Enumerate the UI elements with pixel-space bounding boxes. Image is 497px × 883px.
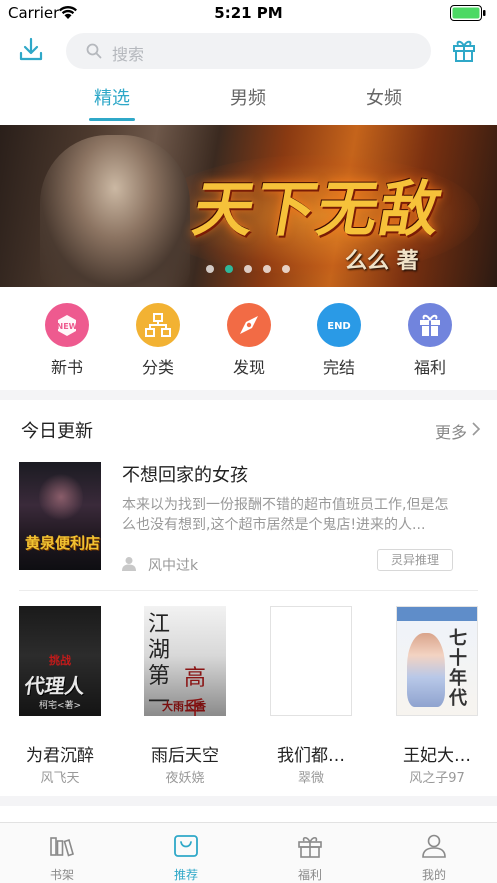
banner-title: 天下无敌 xyxy=(187,175,449,245)
cover-art xyxy=(407,633,445,707)
section-divider xyxy=(0,796,497,806)
new-icon: NEW xyxy=(45,303,89,347)
chevron-right-icon[interactable] xyxy=(471,422,481,436)
book-cover[interactable]: 七十年代 xyxy=(396,606,478,716)
channel-tabs: 精选 男频 女频 xyxy=(0,84,497,122)
clock: 5:21 PM xyxy=(214,4,283,22)
battery-icon xyxy=(450,5,486,21)
book-description: 本来以为找到一份报酬不错的超市值班员工作,但是怎么也没有想到,这个超市居然是个鬼… xyxy=(122,497,449,533)
book-title: 雨后天空 xyxy=(151,746,219,766)
banner-dot[interactable] xyxy=(263,265,271,273)
book-author: 风飞天 xyxy=(40,771,80,786)
tab-label: 我的 xyxy=(421,868,446,882)
shortcut-welfare[interactable]: 福利 xyxy=(390,300,470,378)
banner-pagination xyxy=(0,265,497,273)
tab-featured[interactable]: 精选 xyxy=(72,84,152,110)
shortcut-categories[interactable]: 分类 xyxy=(118,300,198,378)
cover-art xyxy=(39,472,83,522)
compass-icon xyxy=(227,303,271,347)
book-title[interactable]: 不想回家的女孩 xyxy=(122,461,248,487)
banner-dot[interactable] xyxy=(206,265,214,273)
book-cover[interactable] xyxy=(270,606,352,716)
category-shortcuts: NEW 新书 分类 发现 END 完结 福利 xyxy=(0,300,497,380)
tab-male[interactable]: 男频 xyxy=(208,84,288,110)
bookshelf-icon xyxy=(50,837,74,857)
shortcut-label: 分类 xyxy=(141,358,174,377)
profile-icon xyxy=(422,834,446,858)
genre-tag[interactable]: 灵异推理 xyxy=(377,549,453,571)
cover-title: 黄泉便利店 xyxy=(25,534,101,552)
book-title: 为君沉醉 xyxy=(26,746,94,766)
cover-author: 大雨长香 xyxy=(162,700,206,713)
shortcut-label: 完结 xyxy=(322,358,355,377)
tab-profile[interactable]: 我的 xyxy=(372,823,496,883)
tab-female[interactable]: 女频 xyxy=(344,84,424,110)
search-icon xyxy=(86,43,102,59)
gift-icon[interactable] xyxy=(450,36,478,64)
top-bar: 搜索 xyxy=(0,30,497,72)
section-title: 今日更新 xyxy=(21,421,93,442)
category-icon xyxy=(136,303,180,347)
book-author: 翠微 xyxy=(297,771,324,786)
book-author: 风中过k xyxy=(148,558,199,574)
tab-label: 书架 xyxy=(49,868,74,882)
shortcut-new-books[interactable]: NEW 新书 xyxy=(27,300,107,378)
shortcut-label: 新书 xyxy=(50,358,83,377)
end-icon: END xyxy=(317,303,361,347)
status-bar: Carrier 5:21 PM xyxy=(0,0,497,26)
tab-bookshelf[interactable]: 书架 xyxy=(0,823,124,883)
search-placeholder: 搜索 xyxy=(112,45,145,64)
book-grid: 挑战 代理人 柯宅<著> 为君沉醉 风飞天 江湖第一 高手 大雨长香 雨后天空 … xyxy=(0,604,497,790)
today-updates-header: 今日更新 更多 xyxy=(0,412,497,446)
shortcut-label: 发现 xyxy=(232,358,265,377)
new-badge-text: NEW xyxy=(57,322,78,331)
shortcut-completed[interactable]: END 完结 xyxy=(299,300,379,378)
user-icon xyxy=(122,557,136,571)
banner-dot[interactable] xyxy=(282,265,290,273)
banner-carousel[interactable]: 天下无敌 么么 著 xyxy=(0,125,497,287)
shortcut-discover[interactable]: 发现 xyxy=(209,300,289,378)
cover-title: 代理人 xyxy=(23,674,87,698)
more-link[interactable]: 更多 xyxy=(435,419,467,443)
divider xyxy=(19,590,478,591)
cover-band xyxy=(397,607,477,621)
gift-icon xyxy=(298,836,322,858)
featured-book[interactable]: 黄泉便利店 不想回家的女孩 本来以为找到一份报酬不错的超市值班员工作,但是怎么也… xyxy=(0,456,497,581)
book-author: 风之子97 xyxy=(409,771,465,786)
tab-recommend[interactable]: 推荐 xyxy=(124,823,248,883)
bottom-tab-bar: 书架 推荐 福利 我的 xyxy=(0,822,497,883)
book-title: 我们都… xyxy=(277,746,345,766)
end-badge-text: END xyxy=(327,321,351,332)
tab-welfare[interactable]: 福利 xyxy=(248,823,372,883)
cover-title: 七十年代 xyxy=(449,628,467,709)
banner-dot-active[interactable] xyxy=(225,265,233,273)
section-divider xyxy=(0,390,497,400)
book-cover[interactable]: 挑战 代理人 柯宅<著> xyxy=(19,606,101,716)
tab-underline xyxy=(89,118,135,121)
book-title: 王妃大… xyxy=(403,746,471,766)
recommend-icon xyxy=(174,835,198,857)
cover-subtitle: 挑战 xyxy=(49,654,71,667)
cover-author: 柯宅<著> xyxy=(39,701,82,711)
book-cover[interactable]: 江湖第一 高手 大雨长香 xyxy=(144,606,226,716)
tab-label: 福利 xyxy=(297,868,322,882)
gift-icon xyxy=(408,303,452,347)
tab-label: 推荐 xyxy=(173,868,198,882)
shortcut-label: 福利 xyxy=(413,358,446,377)
search-input[interactable]: 搜索 xyxy=(66,33,431,69)
book-author: 夜妖娆 xyxy=(165,771,205,786)
banner-dot[interactable] xyxy=(244,265,252,273)
book-cover[interactable]: 黄泉便利店 xyxy=(19,462,101,570)
download-icon[interactable] xyxy=(17,36,45,64)
